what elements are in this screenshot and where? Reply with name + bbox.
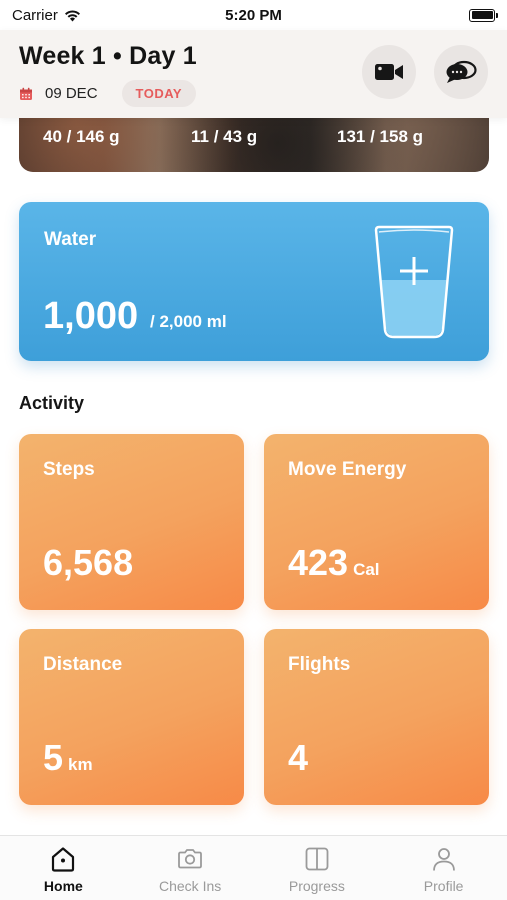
move-energy-value-row: 423 Cal [288, 542, 380, 584]
flights-value: 4 [288, 737, 309, 778]
water-goal: / 2,000 ml [150, 312, 227, 331]
chat-button[interactable] [434, 45, 488, 99]
distance-value: 5 [43, 737, 64, 778]
battery-icon [469, 8, 498, 22]
tab-profile[interactable]: Profile [380, 836, 507, 900]
steps-card[interactable]: Steps 6,568 [19, 434, 244, 610]
page-title: Week 1 • Day 1 [19, 42, 197, 70]
water-card[interactable]: Water 1,000 / 2,000 ml [19, 202, 489, 361]
steps-value: 6,568 [43, 542, 134, 583]
flights-title: Flights [288, 654, 351, 675]
tab-home-label: Home [43, 878, 83, 894]
date-row: 09 DEC TODAY [19, 80, 197, 107]
header: Week 1 • Day 1 09 DEC TODAY [0, 30, 507, 118]
video-camera-icon [375, 64, 403, 80]
tab-home[interactable]: Home [0, 836, 127, 900]
macro-carbs: 131 / 158 g [337, 127, 424, 146]
carrier-group: Carrier [12, 7, 81, 24]
flights-value-row: 4 [288, 737, 313, 779]
move-energy-title: Move Energy [288, 459, 407, 480]
tab-progress-label: Progress [288, 878, 345, 894]
distance-card[interactable]: Distance 5 km [19, 629, 244, 805]
move-energy-card[interactable]: Move Energy 423 Cal [264, 434, 489, 610]
tab-bar: Home Check Ins Progress Profile [0, 835, 507, 900]
progress-icon [303, 845, 331, 873]
tab-progress[interactable]: Progress [254, 836, 381, 900]
distance-unit: km [68, 755, 93, 774]
distance-title: Distance [43, 654, 123, 675]
chat-bubbles-icon [446, 60, 477, 83]
steps-title: Steps [43, 459, 95, 480]
water-glass-plus-icon[interactable] [372, 224, 456, 340]
tab-profile-label: Profile [423, 878, 464, 894]
date-label[interactable]: 09 DEC [45, 85, 98, 102]
today-button[interactable]: TODAY [121, 80, 197, 107]
macro-protein: 40 / 146 g [43, 127, 120, 146]
activity-heading: Activity [19, 393, 85, 413]
move-energy-unit: Cal [353, 560, 380, 579]
water-value: 1,000 [43, 295, 139, 337]
water-title: Water [44, 229, 97, 250]
move-energy-value: 423 [288, 542, 349, 583]
carrier-label: Carrier [12, 6, 58, 24]
tab-check-ins-label: Check Ins [159, 878, 222, 894]
flights-card[interactable]: Flights 4 [264, 629, 489, 805]
wifi-icon [64, 9, 80, 21]
distance-value-row: 5 km [43, 737, 93, 779]
camera-icon [176, 845, 204, 873]
person-icon [430, 845, 458, 873]
calendar-icon [20, 87, 32, 100]
macro-fat: 11 / 43 g [191, 127, 258, 146]
status-bar: Carrier 5:20 PM [0, 0, 507, 30]
tab-check-ins[interactable]: Check Ins [127, 836, 254, 900]
steps-value-row: 6,568 [43, 542, 138, 584]
video-call-button[interactable] [362, 45, 416, 99]
home-icon [49, 845, 77, 873]
